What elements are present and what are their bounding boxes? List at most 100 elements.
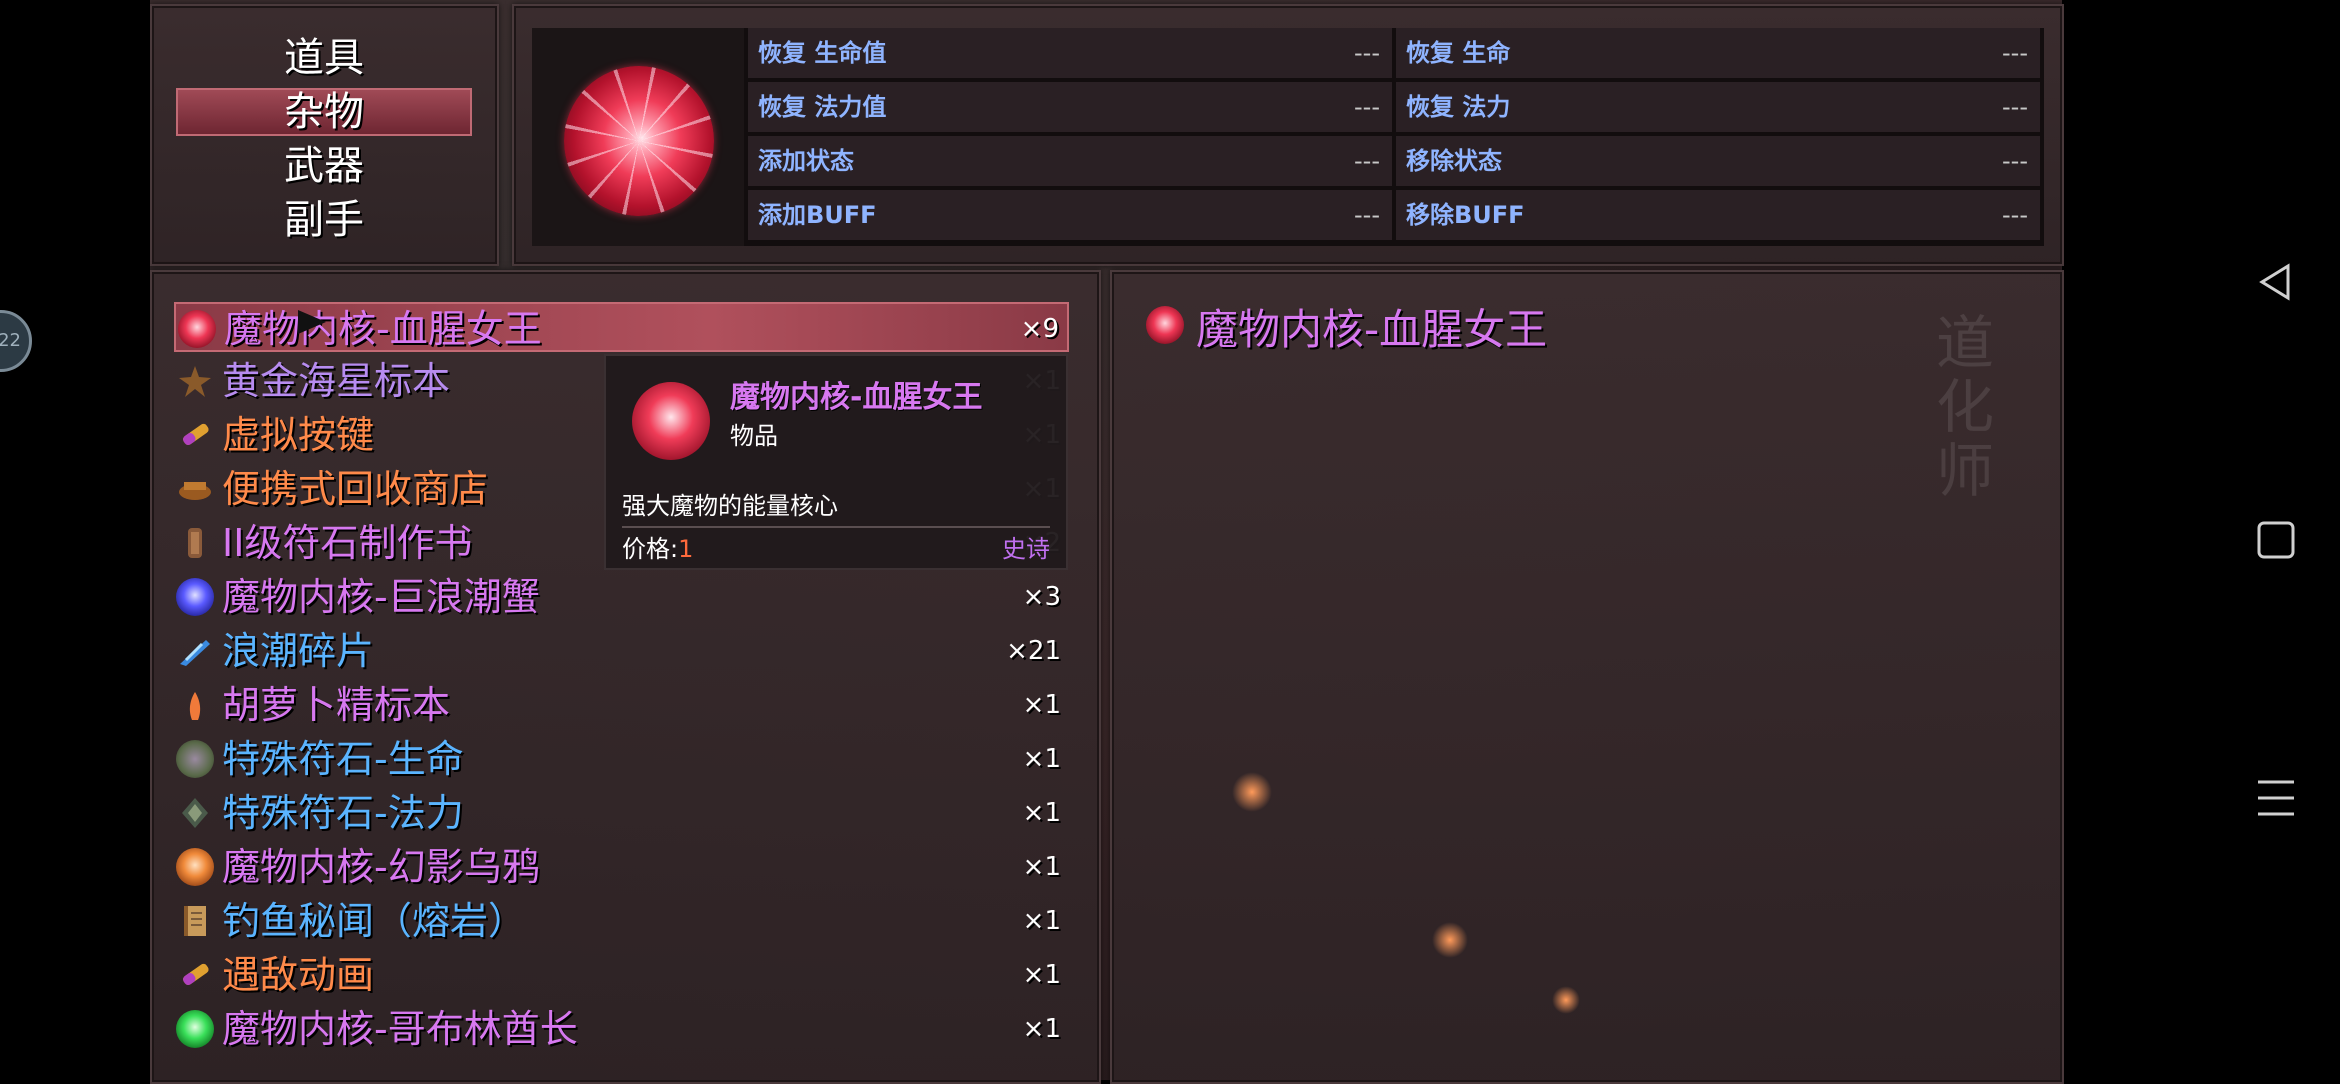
stat-label: 恢复 生命 <box>1406 39 1511 67</box>
stat-restore-hp: 恢复 生命值 --- <box>748 28 1392 78</box>
item-name: 便携式回收商店 <box>222 467 489 511</box>
item-name: 遇敌动画 <box>222 953 375 997</box>
orange-core-orb-icon <box>176 848 214 886</box>
ember-glow <box>1552 986 1580 1014</box>
tide-shard-icon <box>176 632 214 670</box>
stat-value: --- <box>1354 147 1380 175</box>
category-tab-offhand[interactable]: 副手 <box>176 196 472 244</box>
stat-remove-buff: 移除BUFF --- <box>1396 190 2040 240</box>
selection-cursor-icon <box>298 310 326 334</box>
item-detail-panel: 道化师 魔物内核-血腥女王 <box>1110 270 2064 1084</box>
recycle-shop-icon <box>176 470 214 508</box>
item-count: ×1 <box>1022 960 1061 990</box>
stat-label: 恢复 法力值 <box>758 93 887 121</box>
stat-label: 添加BUFF <box>758 201 877 229</box>
item-preview <box>532 28 744 246</box>
item-tooltip: 魔物内核-血腥女王 物品 强大魔物的能量核心 价格:1 史诗 <box>604 354 1068 570</box>
item-count: ×9 <box>1020 314 1059 344</box>
game-viewport: 道具 杂物 武器 副手 恢复 生命值 --- 恢复 生命 --- 恢复 法力值 … <box>150 0 2064 1084</box>
item-row[interactable]: 魔物内核-巨浪潮蟹 ×3 <box>174 572 1069 622</box>
item-row[interactable]: 魔物内核-哥布林酋长 ×1 <box>174 1004 1069 1054</box>
stat-label: 恢复 生命值 <box>758 39 887 67</box>
green-core-orb-icon <box>176 1010 214 1048</box>
category-tab-items[interactable]: 道具 <box>176 34 472 82</box>
encounter-anim-icon <box>176 956 214 994</box>
stat-value: --- <box>2002 147 2028 175</box>
item-row[interactable]: 遇敌动画 ×1 <box>174 950 1069 1000</box>
stat-value: --- <box>1354 93 1380 121</box>
item-name: 特殊符石-生命 <box>222 737 464 781</box>
life-rune-icon <box>176 740 214 778</box>
item-name: 虚拟按键 <box>222 413 375 457</box>
ember-glow <box>1432 922 1468 958</box>
item-count: ×21 <box>1006 636 1061 666</box>
stat-remove-state: 移除状态 --- <box>1396 136 2040 186</box>
blue-core-orb-icon <box>176 578 214 616</box>
item-count: ×1 <box>1022 852 1061 882</box>
tooltip-item-name: 魔物内核-血腥女王 <box>730 380 983 415</box>
stat-restore-mp: 恢复 法力值 --- <box>748 82 1392 132</box>
red-core-orb-icon <box>1146 306 1184 344</box>
stat-value: --- <box>2002 201 2028 229</box>
mana-rune-icon <box>176 794 214 832</box>
stat-restore-life: 恢复 生命 --- <box>1396 28 2040 78</box>
floating-button-label: 22 <box>0 330 21 351</box>
item-name: II级符石制作书 <box>222 521 473 565</box>
scroll-icon <box>176 902 214 940</box>
item-row[interactable]: 魔物内核-幻影乌鸦 ×1 <box>174 842 1069 892</box>
item-row[interactable]: 特殊符石-法力 ×1 <box>174 788 1069 838</box>
stat-value: --- <box>2002 93 2028 121</box>
tooltip-item-type: 物品 <box>730 422 778 450</box>
item-count: ×1 <box>1022 690 1061 720</box>
stat-add-buff: 添加BUFF --- <box>748 190 1392 240</box>
starfish-icon <box>176 362 214 400</box>
rune-book-icon <box>176 524 214 562</box>
price-label: 价格: <box>622 535 679 563</box>
item-row[interactable]: 钓鱼秘闻（熔岩） ×1 <box>174 896 1069 946</box>
red-core-orb-icon <box>564 66 714 216</box>
stat-value: --- <box>1354 39 1380 67</box>
stat-label: 移除BUFF <box>1406 201 1525 229</box>
red-core-orb-icon <box>632 382 710 460</box>
item-name: 魔物内核-巨浪潮蟹 <box>222 575 540 619</box>
item-name: 钓鱼秘闻（熔岩） <box>222 899 527 943</box>
item-count: ×1 <box>1022 798 1061 828</box>
item-name: 魔物内核-血腥女王 <box>224 307 542 351</box>
item-row[interactable]: 浪潮碎片 ×21 <box>174 626 1069 676</box>
tooltip-divider <box>622 526 1050 528</box>
stat-value: --- <box>2002 39 2028 67</box>
tooltip-price: 价格:1 <box>622 532 693 566</box>
category-panel: 道具 杂物 武器 副手 <box>150 4 499 266</box>
stat-label: 移除状态 <box>1406 147 1502 175</box>
tooltip-rarity: 史诗 <box>1002 535 1050 563</box>
stat-restore-mana: 恢复 法力 --- <box>1396 82 2040 132</box>
item-name: 浪潮碎片 <box>222 629 375 673</box>
item-name: 魔物内核-幻影乌鸦 <box>222 845 540 889</box>
item-name: 魔物内核-哥布林酋长 <box>222 1007 578 1051</box>
stats-table: 恢复 生命值 --- 恢复 生命 --- 恢复 法力值 --- 恢复 法力 --… <box>532 28 2044 246</box>
tooltip-description: 强大魔物的能量核心 <box>622 492 838 520</box>
virtual-key-icon <box>176 416 214 454</box>
stat-value: --- <box>1354 201 1380 229</box>
red-core-orb-icon <box>178 310 216 348</box>
stat-label: 恢复 法力 <box>1406 93 1511 121</box>
item-name: 胡萝卜精标本 <box>222 683 451 727</box>
floating-assist-button[interactable]: 22 <box>0 310 32 372</box>
carrot-icon <box>176 686 214 724</box>
item-count: ×1 <box>1022 906 1061 936</box>
nav-back-icon[interactable] <box>2250 256 2302 308</box>
stat-add-state: 添加状态 --- <box>748 136 1392 186</box>
nav-home-icon[interactable] <box>2250 514 2302 566</box>
item-count: ×1 <box>1022 1014 1061 1044</box>
item-stats-panel: 恢复 生命值 --- 恢复 生命 --- 恢复 法力值 --- 恢复 法力 --… <box>512 4 2064 266</box>
item-name: 特殊符石-法力 <box>222 791 464 835</box>
category-tab-misc[interactable]: 杂物 <box>176 88 472 136</box>
item-row[interactable]: 特殊符石-生命 ×1 <box>174 734 1069 784</box>
item-row[interactable]: 胡萝卜精标本 ×1 <box>174 680 1069 730</box>
background-calligraphy: 道化师 <box>1926 312 1994 504</box>
item-count: ×1 <box>1022 744 1061 774</box>
item-count: ×3 <box>1022 582 1061 612</box>
detail-item-name: 魔物内核-血腥女王 <box>1196 305 1548 354</box>
nav-menu-icon[interactable] <box>2250 772 2302 824</box>
category-tab-weapons[interactable]: 武器 <box>176 142 472 190</box>
